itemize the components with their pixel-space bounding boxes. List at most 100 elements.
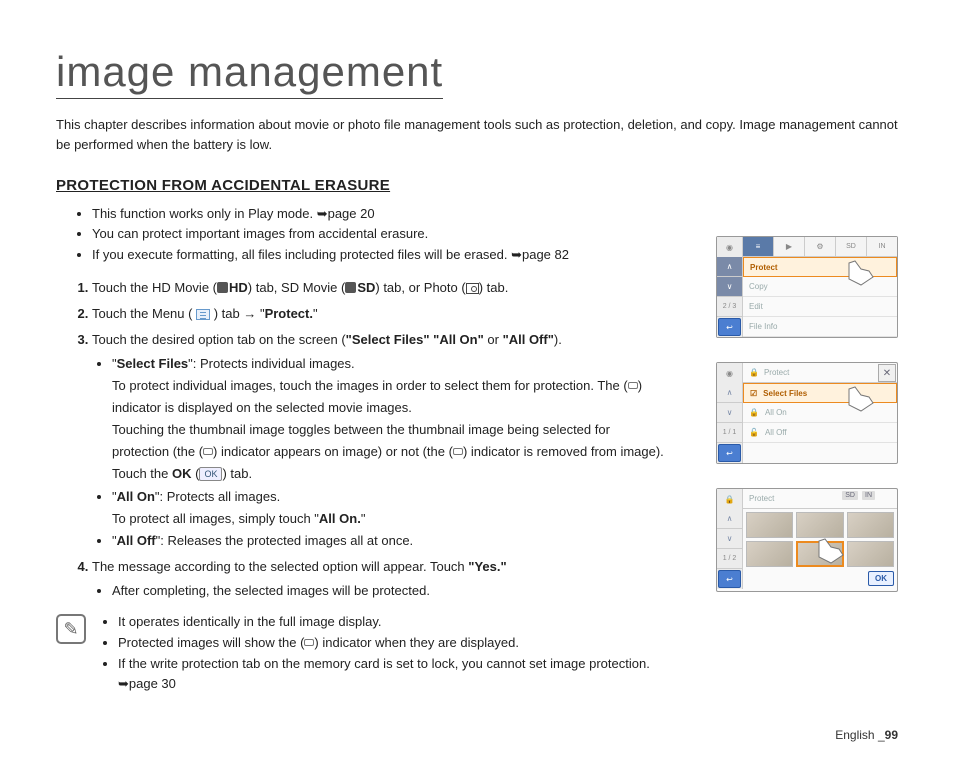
sd-badge: SD bbox=[842, 491, 858, 500]
section-heading: PROTECTION FROM ACCIDENTAL ERASURE bbox=[56, 177, 898, 194]
up-button[interactable]: ∧ bbox=[717, 383, 742, 403]
step-2: Touch the Menu ( ) tab → "Protect." bbox=[92, 303, 666, 325]
tab-play[interactable]: ▶ bbox=[774, 237, 805, 256]
up-button[interactable]: ∧ bbox=[717, 257, 742, 277]
key-icon bbox=[304, 639, 314, 646]
close-button[interactable]: ✕ bbox=[878, 364, 896, 382]
main-content: This function works only in Play mode. ➥… bbox=[56, 204, 666, 695]
text: " bbox=[361, 511, 366, 526]
hand-pointer-icon bbox=[813, 537, 849, 565]
prereq-item: If you execute formatting, all files inc… bbox=[92, 245, 666, 265]
screen-menu: ◉ ∧ ∨ 2 / 3 ↩ ≡ ▶ ⚙ SD IN Protect Copy E… bbox=[716, 236, 898, 338]
key-icon bbox=[203, 448, 213, 455]
all-on-bold: All On. bbox=[319, 511, 361, 526]
label: Select Files bbox=[763, 389, 807, 398]
note-item: It operates identically in the full imag… bbox=[118, 612, 666, 633]
hd-label: HD bbox=[229, 280, 248, 295]
intro-paragraph: This chapter describes information about… bbox=[56, 115, 898, 155]
text: ( bbox=[192, 466, 200, 481]
text: ) tab, or Photo ( bbox=[375, 280, 465, 295]
prereq-item: This function works only in Play mode. ➥… bbox=[92, 204, 666, 224]
note-item: If the write protection tab on the memor… bbox=[118, 654, 666, 696]
option-labels: "Select Files" "All On" bbox=[346, 332, 484, 347]
down-button[interactable]: ∨ bbox=[717, 403, 742, 423]
option-all-off[interactable]: 🔓All Off bbox=[743, 423, 897, 443]
text: ) tab, SD Movie ( bbox=[248, 280, 346, 295]
tab-in[interactable]: IN bbox=[867, 237, 897, 256]
substep-select-files: "Select Files": Protects individual imag… bbox=[112, 353, 666, 486]
footer-sep: _ bbox=[878, 728, 885, 742]
all-off-label: All Off bbox=[117, 533, 156, 548]
text: The message according to the selected op… bbox=[92, 559, 468, 574]
thumbnail[interactable] bbox=[796, 512, 843, 538]
lock-icon: 🔒 bbox=[717, 489, 743, 509]
down-button[interactable]: ∨ bbox=[717, 529, 742, 549]
page-title: image management bbox=[56, 48, 443, 99]
text: ) tab. bbox=[479, 280, 509, 295]
ok-icon: OK bbox=[199, 467, 222, 481]
sd-label: SD bbox=[357, 280, 375, 295]
text: ). bbox=[554, 332, 562, 347]
text: To protect individual images, touch the … bbox=[112, 378, 628, 393]
down-button[interactable]: ∨ bbox=[717, 277, 742, 297]
hand-pointer-icon bbox=[843, 259, 879, 287]
text: ) indicator appears on image) or not (th… bbox=[213, 444, 453, 459]
back-button[interactable]: ↩ bbox=[718, 318, 741, 336]
prereq-item: You can protect important images from ac… bbox=[92, 224, 666, 244]
up-button[interactable]: ∧ bbox=[717, 509, 742, 529]
yes-label: "Yes." bbox=[468, 559, 506, 574]
ok-label: OK bbox=[172, 466, 192, 481]
back-button[interactable]: ↩ bbox=[718, 444, 741, 462]
step-3: Touch the desired option tab on the scre… bbox=[92, 329, 666, 552]
note-list: It operates identically in the full imag… bbox=[100, 612, 666, 695]
hand-pointer-icon bbox=[843, 385, 879, 413]
tab-sd[interactable]: SD bbox=[836, 237, 867, 256]
thumbnail[interactable] bbox=[847, 512, 894, 538]
text: ) tab. bbox=[222, 466, 252, 481]
title-text: Protect bbox=[749, 494, 774, 503]
thumbnail[interactable] bbox=[746, 541, 793, 567]
page-indicator: 2 / 3 bbox=[717, 297, 742, 317]
menu-fileinfo[interactable]: File Info bbox=[743, 317, 897, 337]
text: Touch the desired option tab on the scre… bbox=[92, 332, 346, 347]
disc-icon: ◉ bbox=[717, 363, 743, 383]
film-icon bbox=[217, 282, 228, 293]
tab-list[interactable]: ≡ bbox=[743, 237, 774, 256]
text: Touch the Menu ( bbox=[92, 306, 192, 321]
text: ": Protects all images. bbox=[155, 489, 280, 504]
key-icon bbox=[628, 382, 638, 389]
screen-title: 🔒Protect bbox=[743, 363, 897, 383]
arrow-icon: → bbox=[243, 303, 256, 325]
text: " bbox=[256, 306, 264, 321]
in-badge: IN bbox=[862, 491, 875, 500]
note-item: Protected images will show the ( ) indica… bbox=[118, 633, 666, 654]
tab-settings[interactable]: ⚙ bbox=[805, 237, 836, 256]
back-button[interactable]: ↩ bbox=[718, 570, 741, 588]
text: Protected images will show the ( bbox=[118, 635, 304, 650]
text: Touch the HD Movie ( bbox=[92, 280, 217, 295]
select-files-label: Select Files bbox=[117, 356, 189, 371]
text: " bbox=[313, 306, 318, 321]
all-on-label: All On bbox=[117, 489, 155, 504]
footer-lang: English bbox=[835, 728, 878, 742]
text: To protect all images, simply touch " bbox=[112, 511, 319, 526]
thumbnail[interactable] bbox=[847, 541, 894, 567]
text: ": Protects individual images. bbox=[188, 356, 354, 371]
substep-after: After completing, the selected images wi… bbox=[112, 580, 666, 602]
thumbnail[interactable] bbox=[746, 512, 793, 538]
step-4: The message according to the selected op… bbox=[92, 556, 666, 602]
photo-icon bbox=[466, 283, 479, 294]
menu-edit[interactable]: Edit bbox=[743, 297, 897, 317]
prereq-list: This function works only in Play mode. ➥… bbox=[56, 204, 666, 264]
label: All Off bbox=[765, 428, 787, 437]
label: All On bbox=[765, 408, 787, 417]
screen-mockups: ◉ ∧ ∨ 2 / 3 ↩ ≡ ▶ ⚙ SD IN Protect Copy E… bbox=[716, 236, 898, 592]
text: ) indicator when they are displayed. bbox=[314, 635, 519, 650]
text: ": Releases the protected images all at … bbox=[156, 533, 414, 548]
ok-button[interactable]: OK bbox=[868, 571, 894, 586]
page-footer: English _99 bbox=[835, 728, 898, 742]
menu-icon bbox=[196, 309, 210, 320]
footer-page: 99 bbox=[885, 728, 898, 742]
text: ) tab bbox=[214, 306, 244, 321]
note-block: ✎ It operates identically in the full im… bbox=[56, 612, 666, 695]
